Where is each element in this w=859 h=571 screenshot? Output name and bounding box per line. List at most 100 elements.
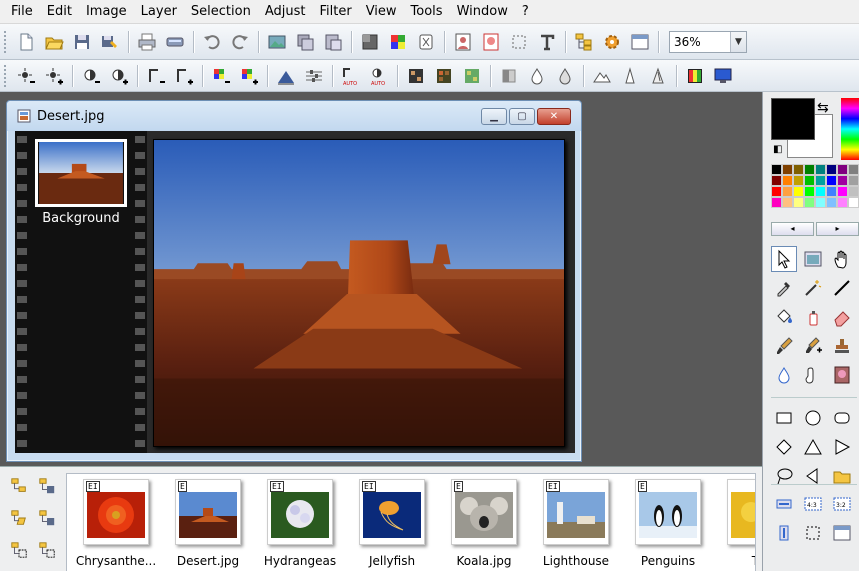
landscape-filter-button[interactable] (589, 63, 615, 89)
red-eye-tool[interactable] (829, 362, 855, 388)
polygon-lasso-tool[interactable] (800, 463, 826, 489)
browser-export-button[interactable] (34, 505, 60, 531)
layer-thumbnail[interactable] (35, 139, 127, 207)
menu-view[interactable]: View (359, 0, 404, 24)
default-colors-icon[interactable]: ◧ (773, 144, 785, 156)
color-effects-button[interactable] (682, 63, 708, 89)
menu-file[interactable]: File (4, 0, 40, 24)
drop-tool[interactable] (771, 362, 797, 388)
scan-button[interactable] (162, 29, 188, 55)
contrast-decrease-button[interactable] (78, 63, 104, 89)
eyedropper-tool[interactable] (771, 275, 797, 301)
menu-edit[interactable]: Edit (40, 0, 79, 24)
new-file-button[interactable] (13, 29, 39, 55)
ellipse-tool[interactable] (800, 405, 826, 431)
chevron-down-icon[interactable]: ▼ (730, 31, 746, 52)
toolbar-grip[interactable] (4, 30, 8, 53)
eraser-tool[interactable] (829, 304, 855, 330)
sharpen-button[interactable] (552, 63, 578, 89)
thumbnail-item[interactable]: EI Chrysanthe... (71, 479, 161, 568)
toolbar-grip[interactable] (4, 64, 8, 87)
hand-tool[interactable] (829, 246, 855, 272)
arrow-shape-tool[interactable] (829, 434, 855, 460)
thumbnail-item[interactable]: EI Lighthouse (531, 479, 621, 568)
brightness-decrease-button[interactable] (13, 63, 39, 89)
color-count-button[interactable] (385, 29, 411, 55)
diamond-tool[interactable] (771, 434, 797, 460)
texture-button[interactable] (459, 63, 485, 89)
open-file-button[interactable] (41, 29, 67, 55)
rounded-rect-tool[interactable] (829, 405, 855, 431)
mosaic-button[interactable] (403, 63, 429, 89)
color-palette[interactable] (771, 164, 859, 208)
thumbnail-item[interactable]: E Koala.jpg (439, 479, 529, 568)
menu-selection[interactable]: Selection (184, 0, 258, 24)
blur-button[interactable] (524, 63, 550, 89)
close-button[interactable]: ✕ (537, 108, 571, 125)
document-window[interactable]: Desert.jpg ▁ ▢ ✕ Background (6, 100, 582, 462)
spray-tool[interactable] (800, 304, 826, 330)
menu-window[interactable]: Window (450, 0, 515, 24)
minimize-button[interactable]: ▁ (481, 108, 507, 125)
ratio-43-tool[interactable]: 4:3 (800, 491, 826, 517)
menu-tools[interactable]: Tools (404, 0, 450, 24)
emboss-button[interactable] (496, 63, 522, 89)
menu-image[interactable]: Image (79, 0, 134, 24)
auto-contrast-button[interactable]: AUTO (366, 63, 392, 89)
browser-tree-button[interactable] (6, 473, 32, 499)
brush-tool[interactable] (771, 333, 797, 359)
browser-save-button[interactable] (34, 473, 60, 499)
pointer-tool[interactable] (771, 246, 797, 272)
contrast-increase-button[interactable] (106, 63, 132, 89)
levels-button[interactable] (273, 63, 299, 89)
auto-gamma-button[interactable]: AUTO (338, 63, 364, 89)
brightness-increase-button[interactable] (41, 63, 67, 89)
palette-next-button[interactable]: ▸ (816, 222, 859, 236)
triangle-tool[interactable] (800, 434, 826, 460)
gamma-increase-button[interactable] (171, 63, 197, 89)
text-button[interactable] (534, 29, 560, 55)
swap-colors-icon[interactable]: ⇆ (817, 100, 829, 116)
browser-crop-button[interactable] (34, 537, 60, 563)
lasso-tool[interactable] (771, 463, 797, 489)
fullscreen-button[interactable] (710, 63, 736, 89)
save-as-button[interactable] (97, 29, 123, 55)
window-button[interactable] (627, 29, 653, 55)
horizontal-select-tool[interactable] (771, 491, 797, 517)
gamma-decrease-button[interactable] (143, 63, 169, 89)
browser-open-button[interactable] (6, 505, 32, 531)
menu-layer[interactable]: Layer (134, 0, 184, 24)
save-button[interactable] (69, 29, 95, 55)
zoom-select[interactable]: 36% ▼ (669, 30, 747, 53)
clone-brush-tool[interactable] (800, 333, 826, 359)
portrait-button[interactable] (450, 29, 476, 55)
grayscale-button[interactable] (357, 29, 383, 55)
image-view-tool[interactable] (800, 246, 826, 272)
browser-select-button[interactable] (6, 537, 32, 563)
crop-button[interactable] (506, 29, 532, 55)
ratio-32-tool[interactable]: 3:2 (829, 491, 855, 517)
edge-button[interactable] (645, 63, 671, 89)
menu-filter[interactable]: Filter (312, 0, 358, 24)
undo-button[interactable] (199, 29, 225, 55)
fill-tool[interactable] (771, 304, 797, 330)
balance-button[interactable] (301, 63, 327, 89)
menu-help[interactable]: ? (515, 0, 536, 24)
foreground-color-swatch[interactable] (771, 98, 815, 140)
acquire-image-button[interactable] (264, 29, 290, 55)
browser-button[interactable] (571, 29, 597, 55)
stamp-tool[interactable] (829, 333, 855, 359)
thumbnail-item[interactable]: EI Jellyfish (347, 479, 437, 568)
face-button[interactable] (478, 29, 504, 55)
redo-button[interactable] (227, 29, 253, 55)
pixelate-button[interactable] (431, 63, 457, 89)
thumbnail-item[interactable]: E Penguins (623, 479, 713, 568)
thumbnail-item[interactable]: EI Hydrangeas (255, 479, 345, 568)
spike-button[interactable] (617, 63, 643, 89)
hue-strip[interactable] (841, 98, 859, 160)
open-folder-tool[interactable] (829, 463, 855, 489)
magic-wand-tool[interactable] (800, 275, 826, 301)
print-button[interactable] (134, 29, 160, 55)
desert-photo[interactable] (153, 139, 565, 447)
paste-image-button[interactable] (320, 29, 346, 55)
